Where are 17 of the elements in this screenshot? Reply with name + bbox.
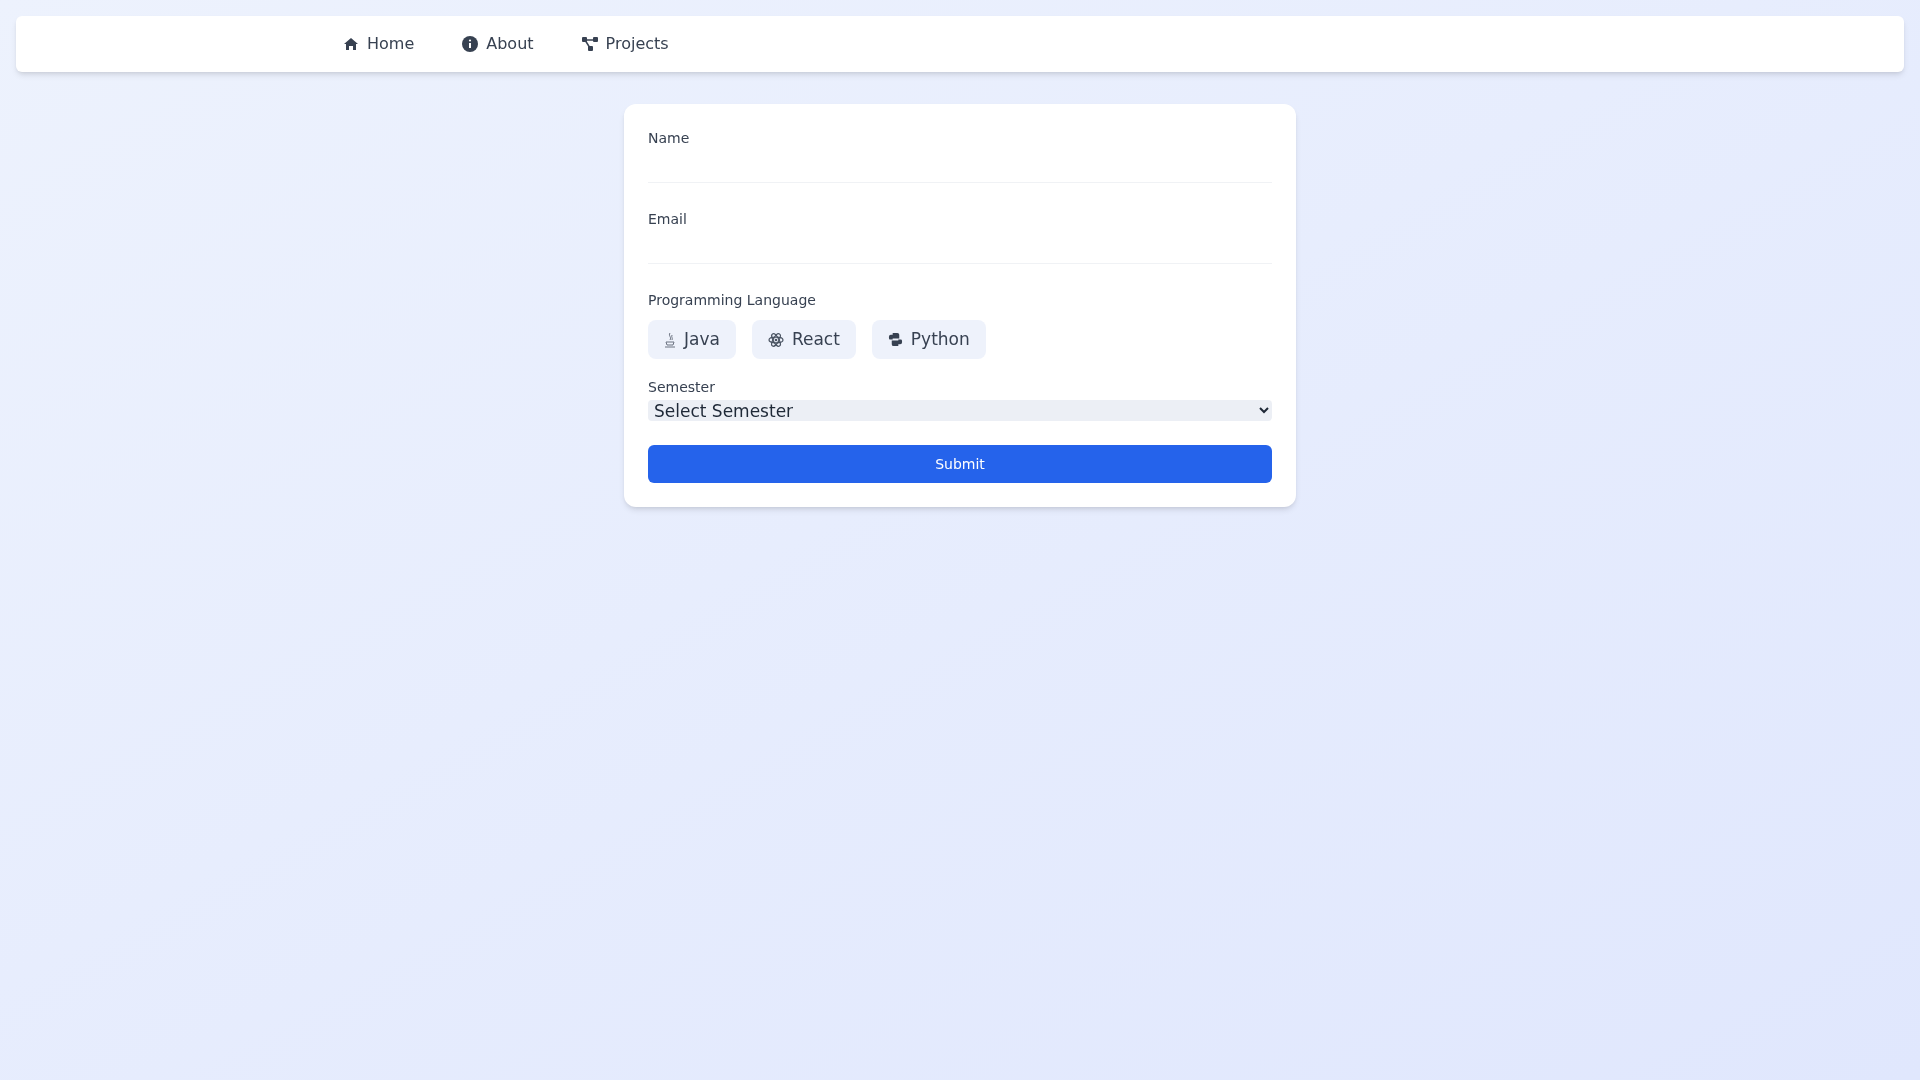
language-button[interactable]: React [751,320,856,359]
field-label: Semester [648,378,715,397]
submit-button[interactable]: Submit [648,445,1272,483]
nav-link[interactable]: Projects [581,32,669,56]
nav-link[interactable]: About [462,32,534,56]
atom-icon [767,331,784,348]
home-icon [343,37,359,51]
language-button[interactable]: Java [648,320,736,359]
language-button[interactable]: Python [871,320,986,359]
semester-select[interactable]: Select Semester [648,400,1272,421]
coffee-cup-icon [664,331,676,348]
field-label: Programming Language [648,291,816,310]
field-label: Email [648,210,687,229]
info-icon [462,36,479,52]
field-label: Name [648,129,690,148]
nodes-icon [581,37,598,51]
nav-link[interactable]: Home [343,32,415,56]
